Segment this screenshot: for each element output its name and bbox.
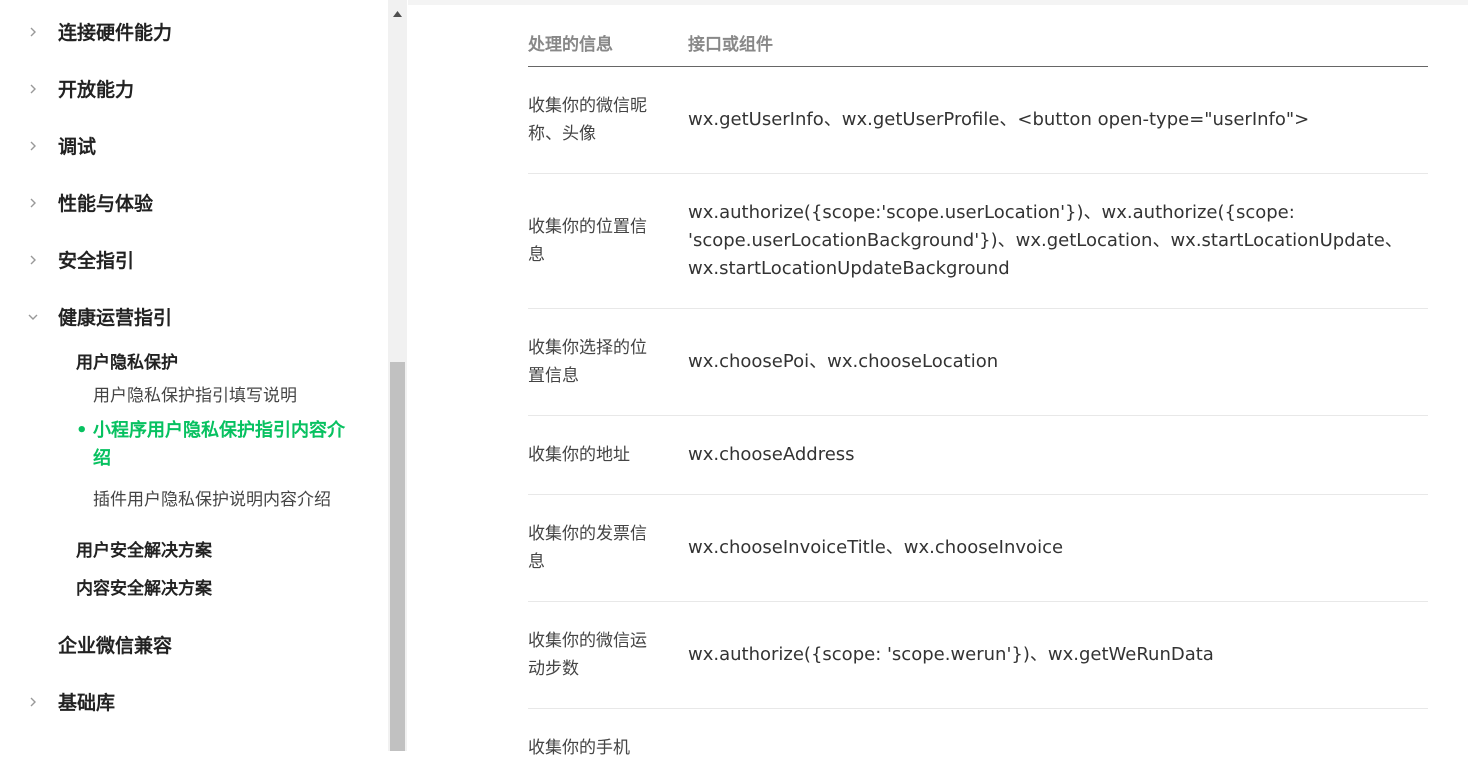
table-cell-info: 收集你的地址 xyxy=(528,445,630,465)
table-cell-api: wx.authorize({scope: 'scope.werun'})、wx.… xyxy=(688,644,1214,665)
chevron-right-icon xyxy=(26,196,40,210)
sidebar-scrollbar[interactable] xyxy=(388,0,407,751)
table-cell-info: 收集你的微信运动步数 xyxy=(528,631,647,679)
table-cell-api: wx.choosePoi、wx.chooseLocation xyxy=(688,351,999,372)
nav-label: 基础库 xyxy=(58,692,116,714)
chevron-down-icon xyxy=(26,310,40,324)
nav-item-open-capability[interactable]: 开放能力 xyxy=(0,75,388,103)
row-divider xyxy=(528,415,1428,416)
nav-label: 性能与体验 xyxy=(58,193,154,215)
table-cell-info: 收集你的位置信息 xyxy=(528,217,647,265)
nav-subitem-privacy-fill-guide[interactable]: 用户隐私保护指引填写说明 xyxy=(93,381,297,406)
nav-subitem-plugin-privacy[interactable]: 插件用户隐私保护说明内容介绍 xyxy=(93,485,331,510)
table-cell-info: 收集你选择的位置信息 xyxy=(528,338,647,386)
row-divider xyxy=(528,308,1428,309)
nav-item-wecom[interactable]: 企业微信兼容 xyxy=(0,631,388,659)
chevron-right-icon xyxy=(26,25,40,39)
nav-group-content-security[interactable]: 内容安全解决方案 xyxy=(76,574,212,599)
table-cell-info: 收集你的手机 xyxy=(528,738,630,758)
scroll-up-arrow-icon[interactable] xyxy=(388,0,407,28)
nav-item-healthy-operation[interactable]: 健康运营指引 xyxy=(0,303,388,331)
chevron-right-icon xyxy=(26,253,40,267)
table-cell-info: 收集你的微信昵称、头像 xyxy=(528,96,647,144)
nav-label: 调试 xyxy=(58,136,97,158)
table-cell-api: wx.getUserInfo、wx.getUserProfile、<button… xyxy=(688,109,1310,130)
row-divider xyxy=(528,601,1428,602)
nav-group-user-privacy[interactable]: 用户隐私保护 xyxy=(76,348,178,373)
chevron-right-icon xyxy=(26,695,40,709)
active-label: 小程序用户隐私保护指引内容介绍 xyxy=(93,420,345,469)
active-bullet-icon: • xyxy=(76,420,88,441)
nav-label: 开放能力 xyxy=(58,79,135,101)
nav-label: 连接硬件能力 xyxy=(58,22,173,44)
chevron-right-icon xyxy=(26,82,40,96)
chevron-right-icon xyxy=(26,139,40,153)
nav-item-debug[interactable]: 调试 xyxy=(0,132,388,160)
table-cell-info: 收集你的发票信息 xyxy=(528,524,647,572)
nav-group-user-security[interactable]: 用户安全解决方案 xyxy=(76,536,212,561)
nav-item-base-library[interactable]: 基础库 xyxy=(0,688,388,716)
row-divider xyxy=(528,494,1428,495)
table-cell-api: wx.authorize({scope:'scope.userLocation'… xyxy=(688,202,1403,279)
nav-subitem-active[interactable]: • 小程序用户隐私保护指引内容介绍 xyxy=(76,417,356,473)
header-divider xyxy=(528,66,1428,67)
sidebar-nav: 连接硬件能力 开放能力 调试 性能与体验 安全指引 健康运营指引 用户隐私保护 … xyxy=(0,0,388,751)
row-divider xyxy=(528,173,1428,174)
scrollbar-thumb[interactable] xyxy=(390,362,405,751)
nav-item-performance[interactable]: 性能与体验 xyxy=(0,189,388,217)
nav-item-hardware[interactable]: 连接硬件能力 xyxy=(0,18,388,46)
nav-label: 健康运营指引 xyxy=(58,307,173,329)
nav-item-security-guide[interactable]: 安全指引 xyxy=(0,246,388,274)
nav-label: 企业微信兼容 xyxy=(58,635,173,657)
column-header-api: 接口或组件 xyxy=(688,35,773,55)
top-divider xyxy=(408,0,1468,5)
nav-label: 安全指引 xyxy=(58,250,135,272)
table-cell-api: wx.chooseInvoiceTitle、wx.chooseInvoice xyxy=(688,537,1064,558)
table-cell-api: wx.chooseAddress xyxy=(688,444,855,465)
row-divider xyxy=(528,708,1428,709)
column-header-info: 处理的信息 xyxy=(528,35,613,55)
